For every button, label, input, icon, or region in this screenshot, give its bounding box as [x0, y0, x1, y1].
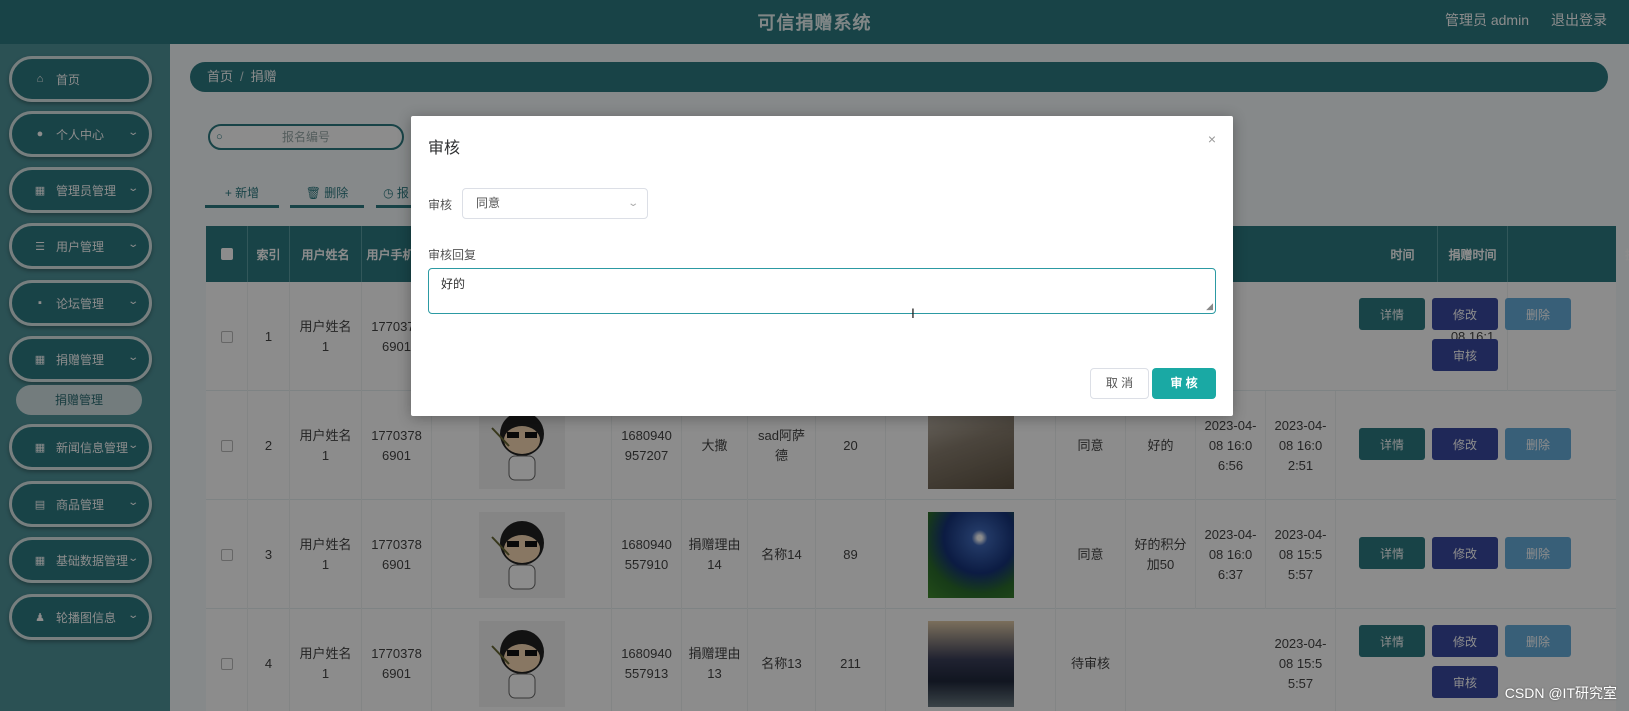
reply-textarea[interactable]: 好的 ◢: [428, 268, 1216, 314]
cancel-button[interactable]: 取 消: [1090, 368, 1149, 399]
close-icon[interactable]: ×: [1208, 131, 1216, 147]
audit-dialog: 审核 × 审核 同意 ⌄ 审核回复 好的 ◢ 取 消 审 核: [411, 116, 1233, 416]
reply-field-label: 审核回复: [428, 248, 477, 262]
audit-select-value: 同意: [476, 196, 501, 210]
dialog-title: 审核: [428, 140, 461, 157]
audit-confirm-button[interactable]: 审 核: [1152, 368, 1216, 399]
audit-field-label: 审核: [428, 198, 453, 212]
watermark: CSDN @IT研究室: [1504, 685, 1617, 701]
text-cursor-icon: I: [911, 305, 915, 321]
chevron-down-icon: ⌄: [626, 198, 639, 209]
reply-value: 好的: [441, 277, 466, 291]
resize-handle-icon[interactable]: ◢: [1206, 301, 1213, 312]
audit-select[interactable]: 同意 ⌄: [462, 188, 648, 219]
